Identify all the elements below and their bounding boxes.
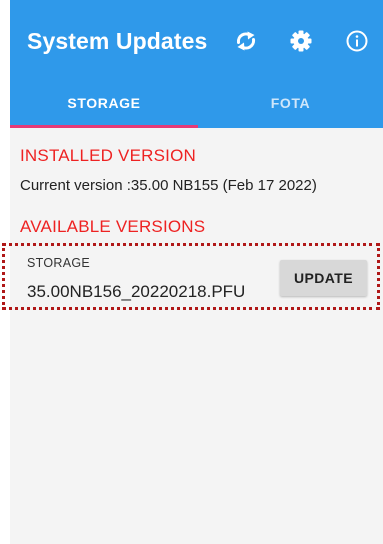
phone-screen: System Updates STORAGE FOTA INSTALLED VE… <box>10 0 383 544</box>
screenshot-page: System Updates STORAGE FOTA INSTALLED VE… <box>0 0 383 544</box>
available-versions-heading: AVAILABLE VERSIONS <box>20 217 206 236</box>
refresh-icon <box>236 31 256 51</box>
available-version-item: STORAGE 35.00NB156_20220218.PFU UPDATE <box>10 243 383 313</box>
tab-bar: STORAGE FOTA <box>10 78 383 128</box>
tab-fota[interactable]: FOTA <box>198 78 383 128</box>
settings-button[interactable] <box>286 26 316 56</box>
refresh-button[interactable] <box>231 26 261 56</box>
gear-icon <box>290 30 312 52</box>
installed-version-heading: INSTALLED VERSION <box>20 146 196 165</box>
tab-indicator <box>10 125 198 128</box>
info-button[interactable] <box>342 26 372 56</box>
version-source-label: STORAGE <box>27 256 90 270</box>
version-filename: 35.00NB156_20220218.PFU <box>27 282 246 301</box>
current-version-text: Current version :35.00 NB155 (Feb 17 202… <box>20 177 317 194</box>
update-button[interactable]: UPDATE <box>280 260 367 296</box>
app-bar: System Updates STORAGE FOTA <box>10 0 383 128</box>
app-title: System Updates <box>27 28 208 54</box>
tab-storage[interactable]: STORAGE <box>10 78 198 128</box>
info-icon <box>346 30 368 52</box>
